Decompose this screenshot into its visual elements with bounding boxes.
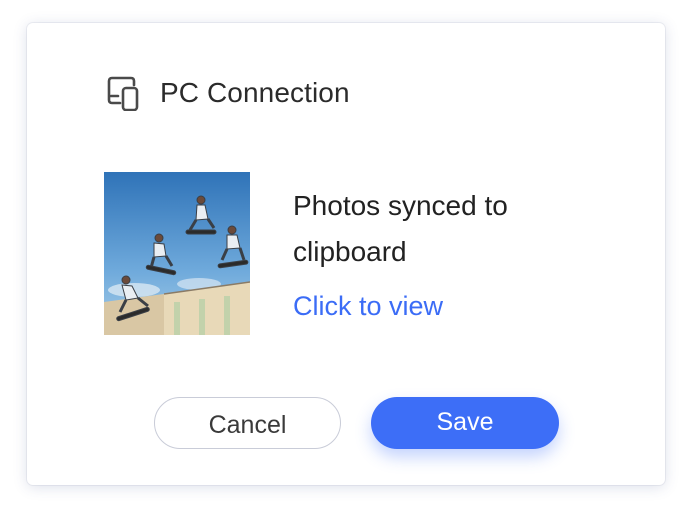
dialog-header: PC Connection bbox=[106, 75, 350, 112]
devices-icon bbox=[106, 75, 142, 112]
dialog-title: PC Connection bbox=[160, 77, 350, 108]
save-button[interactable]: Save bbox=[371, 397, 559, 449]
screen: PC Connection Photos synced to clipboard… bbox=[0, 0, 692, 520]
photo-thumbnail[interactable] bbox=[104, 172, 250, 335]
pc-connection-dialog: PC Connection Photos synced to clipboard… bbox=[27, 23, 665, 485]
sync-message: Photos synced to clipboard bbox=[293, 190, 508, 267]
cancel-button[interactable]: Cancel bbox=[154, 397, 341, 449]
click-to-view-link[interactable]: Click to view bbox=[293, 291, 443, 322]
